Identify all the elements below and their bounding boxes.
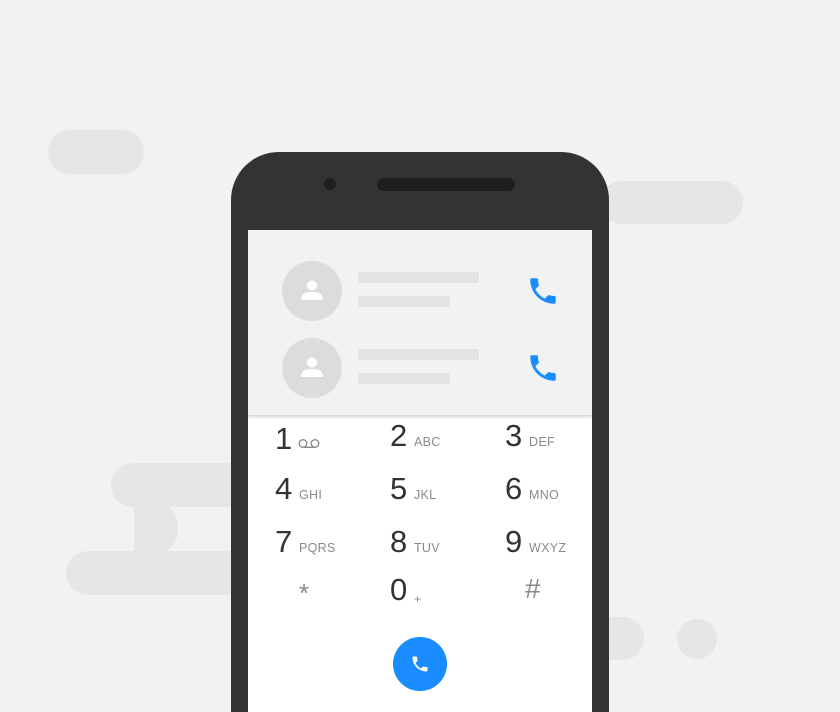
key-9[interactable]: 9 WXYZ (505, 524, 592, 570)
key-digit: 7 (275, 524, 293, 559)
key-0[interactable]: 0 + (390, 572, 490, 618)
dial-button[interactable] (393, 637, 447, 691)
contact-number-placeholder (358, 296, 450, 307)
person-icon (301, 280, 323, 300)
key-digit: 6 (505, 471, 523, 506)
key-letters: TUV (414, 541, 440, 555)
avatar (282, 261, 342, 321)
recent-contacts-panel (248, 230, 592, 415)
phone-screen: 1 2 ABC 3 DEF 4 GHI 5 JKL 6 MNO 7 PQRS 8… (248, 230, 592, 712)
phone-handset-icon (412, 656, 428, 672)
contact-row[interactable] (248, 261, 592, 321)
background-cloud (600, 181, 743, 224)
contact-number-placeholder (358, 373, 450, 384)
earpiece-speaker (377, 178, 515, 191)
key-letters: GHI (299, 488, 323, 502)
key-7[interactable]: 7 PQRS (275, 524, 375, 570)
background-cloud (677, 619, 717, 659)
key-digit: 9 (505, 524, 523, 559)
person-icon (301, 357, 323, 377)
background-cloud (134, 503, 178, 553)
phone-device: 1 2 ABC 3 DEF 4 GHI 5 JKL 6 MNO 7 PQRS 8… (231, 152, 609, 712)
contact-row[interactable] (248, 338, 592, 398)
key-letters: MNO (529, 488, 560, 502)
key-letters: PQRS (299, 541, 336, 555)
key-star[interactable]: * (299, 573, 399, 619)
key-digit: 0 (390, 572, 408, 607)
key-letters: WXYZ (529, 541, 567, 555)
key-letters: DEF (529, 435, 555, 449)
key-5[interactable]: 5 JKL (390, 471, 490, 517)
key-6[interactable]: 6 MNO (505, 471, 592, 517)
key-8[interactable]: 8 TUV (390, 524, 490, 570)
front-camera (324, 178, 336, 190)
contact-name-placeholder (358, 272, 479, 283)
avatar (282, 338, 342, 398)
key-3[interactable]: 3 DEF (505, 418, 592, 464)
key-digit: 4 (275, 471, 293, 506)
dial-keypad: 1 2 ABC 3 DEF 4 GHI 5 JKL 6 MNO 7 PQRS 8… (248, 415, 592, 712)
background-cloud (111, 463, 251, 507)
key-2[interactable]: 2 ABC (390, 418, 490, 464)
background-cloud (48, 130, 144, 174)
key-digit: 1 (275, 421, 293, 456)
key-letters: ABC (414, 435, 441, 449)
key-digit: # (525, 573, 541, 604)
key-digit: * (299, 578, 310, 608)
key-digit: 2 (390, 418, 408, 453)
key-digit: 3 (505, 418, 523, 453)
key-1[interactable]: 1 (275, 421, 375, 467)
key-letters: JKL (414, 488, 437, 502)
call-icon[interactable] (526, 351, 560, 385)
key-4[interactable]: 4 GHI (275, 471, 375, 517)
key-hash[interactable]: # (525, 571, 592, 617)
background-cloud (66, 551, 251, 595)
key-digit: 8 (390, 524, 408, 559)
key-letters: + (414, 592, 422, 606)
voicemail-icon (298, 439, 320, 449)
call-icon[interactable] (526, 274, 560, 308)
contact-name-placeholder (358, 349, 479, 360)
key-digit: 5 (390, 471, 408, 506)
